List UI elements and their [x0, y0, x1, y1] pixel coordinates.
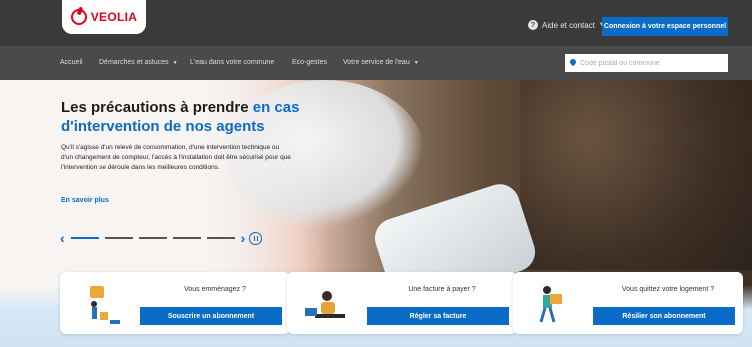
carousel-dot-3[interactable]	[138, 237, 167, 239]
carousel-dot-2[interactable]	[104, 237, 133, 239]
nav-item-eco-gestes[interactable]: Eco-gestes	[292, 59, 327, 66]
card-moving-out: Vous quittez votre logement ? Résilier s…	[513, 272, 743, 334]
login-button[interactable]: Connexion à votre espace personnel	[602, 17, 728, 36]
nav-item-demarches[interactable]: Démarches et astuces ▼	[99, 59, 178, 66]
nav-item-service-eau[interactable]: Votre service de l'eau ▼	[343, 59, 419, 66]
chevron-down-icon: ▼	[413, 59, 419, 66]
logo-text: VEOLIA	[90, 10, 138, 24]
hero-carousel-controls: ‹ ›	[60, 231, 263, 245]
cancel-subscription-button[interactable]: Résilier son abonnement	[593, 307, 735, 325]
commune-search[interactable]	[565, 54, 728, 72]
nav-item-accueil[interactable]: Accueil	[60, 59, 83, 66]
hero-title-plain: Les précautions à prendre	[61, 99, 253, 116]
nav-item-label: L'eau dans votre commune	[190, 59, 275, 66]
nav-item-label: Accueil	[60, 59, 83, 66]
nav-item-label: Votre service de l'eau	[343, 59, 410, 66]
carousel-next-icon[interactable]: ›	[241, 231, 246, 245]
veolia-logo-icon	[70, 9, 87, 25]
card-invoice: Une facture à payer ? Régler sa facture	[287, 272, 517, 334]
question-icon: ?	[528, 20, 538, 30]
pay-invoice-button[interactable]: Régler sa facture	[367, 307, 509, 325]
carousel-dot-4[interactable]	[172, 237, 201, 239]
carousel-prev-icon[interactable]: ‹	[60, 231, 65, 245]
location-pin-icon	[570, 59, 576, 67]
nav-item-eau-commune[interactable]: L'eau dans votre commune	[190, 59, 274, 66]
commune-search-input[interactable]	[580, 59, 720, 67]
hero-description: Qu'il s'agisse d'un relevé de consommati…	[61, 144, 291, 171]
read-more-link[interactable]: En savoir plus	[61, 197, 109, 204]
card-title: Vous emménagez ?	[184, 286, 246, 293]
hero-title: Les précautions à prendre en cas d'inter…	[61, 98, 321, 136]
nav-item-label: Démarches et astuces	[99, 59, 169, 66]
top-bar: VEOLIA ? Aide et contact ▼ Connexion à v…	[0, 0, 752, 46]
card-title: Vous quittez votre logement ?	[621, 286, 715, 293]
veolia-logo[interactable]: VEOLIA	[62, 0, 146, 34]
carousel-dot-1[interactable]	[70, 237, 99, 239]
help-contact-menu[interactable]: ? Aide et contact ▼	[528, 20, 605, 30]
card-title: Une facture à payer ?	[408, 286, 476, 293]
chevron-down-icon: ▼	[172, 59, 178, 66]
help-contact-label: Aide et contact	[542, 20, 595, 30]
nav-item-label: Eco-gestes	[292, 59, 328, 66]
card-moving-in: Vous emménagez ? Souscrire un abonnement	[60, 272, 290, 334]
carousel-dot-5[interactable]	[206, 237, 235, 239]
carousel-pause-icon[interactable]	[249, 231, 263, 245]
hero-soil-image	[520, 80, 752, 270]
subscribe-button[interactable]: Souscrire un abonnement	[140, 307, 282, 325]
